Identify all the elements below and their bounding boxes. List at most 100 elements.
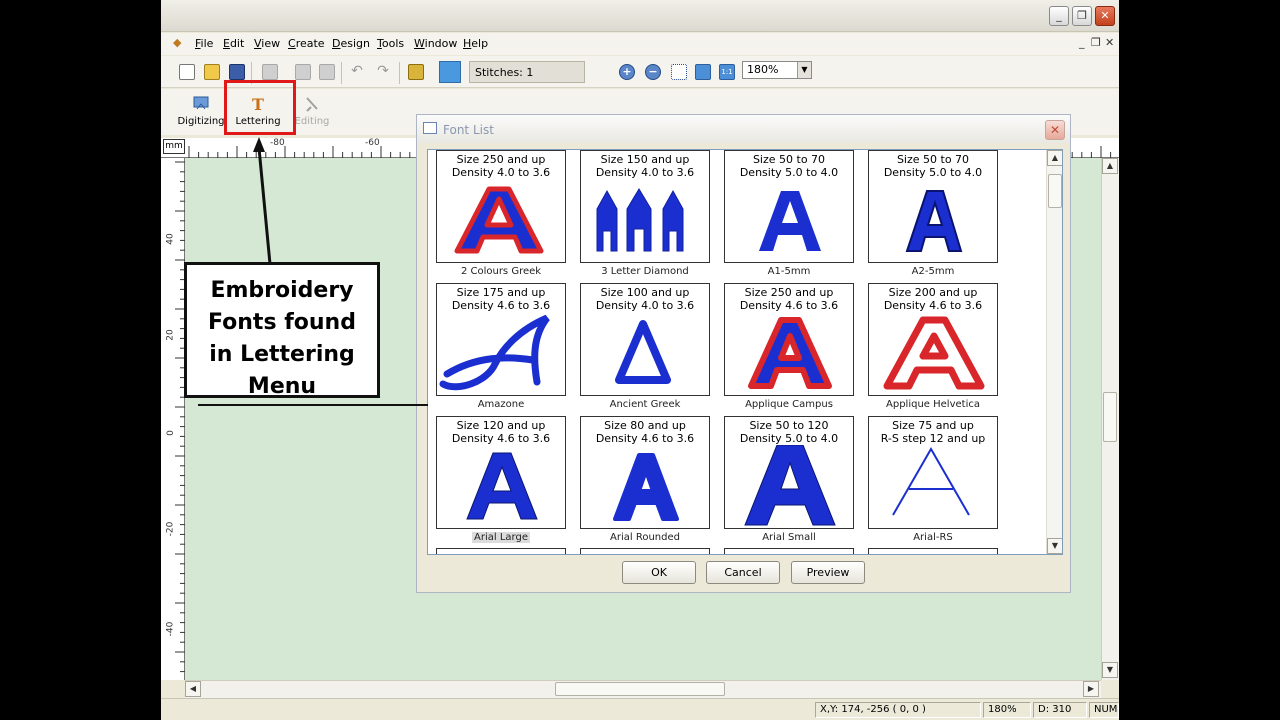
menu-edit[interactable]: Edit [223,37,244,50]
ok-button[interactable]: OK [622,561,696,584]
dialog-title: Font List [443,123,494,137]
font-item[interactable]: Size 50 to 120 Density 5.0 to 4.0 Arial Sm… [724,416,868,549]
font-item[interactable]: Size 200 and up Density 4.6 to 3.6 Appliqu… [868,283,1012,416]
font-preview-card[interactable]: Size 250 and up Density 4.6 to 3.6 [724,283,854,396]
scroll-left-icon[interactable]: ◀ [185,681,201,697]
close-button[interactable]: ✕ [1095,6,1115,26]
zoom-select-icon[interactable] [671,64,687,80]
toolbar: ↶ ↷ + − 1:1 [161,56,1119,88]
font-density-info: Density 4.6 to 3.6 [595,432,695,445]
menu-create[interactable]: Create [288,37,325,50]
font-item[interactable]: Size 80 and up Density 4.6 to 3.6 Arial Ro… [580,416,724,549]
zoom-out-icon[interactable]: − [645,64,661,80]
font-preview-card[interactable]: Size 50 to 70 Density 5.0 to 4.0 [724,150,854,263]
dialog-title-bar: Font List ✕ [417,115,1070,143]
window-icon [423,122,437,134]
font-sample-image [439,314,550,391]
app-menu-icon[interactable]: ◆ [173,36,181,49]
chevron-down-icon[interactable]: ▼ [797,62,811,78]
new-file-icon[interactable] [179,64,195,80]
undo-icon[interactable]: ↶ [349,64,365,80]
ruler-v-label: 20 [165,329,176,341]
font-item[interactable]: Size 250 and up Density 4.0 to 3.6 2 Colou… [436,150,580,283]
font-name-label: Applique Campus [745,399,833,410]
cancel-button[interactable]: Cancel [706,561,780,584]
font-size-info: Size 50 to 70 [752,153,826,166]
font-item[interactable]: Size 175 and up Density 4.6 to 3.6 Amazone [436,283,580,416]
font-item[interactable]: Size 150 and up Density 4.0 to 3.6 3 Lette… [580,150,724,283]
font-density-info: Density 4.0 to 3.6 [595,166,695,179]
vertical-scrollbar[interactable]: ▲ ▼ [1101,158,1119,680]
font-size-info: Size 250 and up [744,286,834,299]
scroll-down-icon[interactable]: ▼ [1047,538,1062,554]
font-list-scroll-thumb[interactable] [1048,174,1062,208]
menu-file[interactable]: File [195,37,213,50]
mdi-close-icon[interactable]: ✕ [1105,36,1114,49]
save-icon[interactable] [229,64,245,80]
font-preview-card[interactable]: Size 50 to 120 Density 5.0 to 4.0 [724,416,854,529]
font-preview-card[interactable]: Size 50 to 70 Density 5.0 to 4.0 [868,150,998,263]
font-name-label: Arial Rounded [610,532,680,543]
minimize-button[interactable]: _ [1049,6,1069,26]
fit-page-icon[interactable] [695,64,711,80]
font-item[interactable]: Size 100 and up Density 4.0 to 3.6 Ancient… [580,283,724,416]
menu-help[interactable]: Help [463,37,488,50]
open-folder-icon[interactable] [204,64,220,80]
font-density-info: Density 4.6 to 3.6 [451,299,551,312]
horizontal-scrollbar[interactable]: ◀ ▶ [185,680,1101,698]
font-name-label: Arial Small [762,532,816,543]
menu-view[interactable]: View [254,37,280,50]
mdi-minimize-icon[interactable]: _ [1079,36,1085,49]
font-preview-card[interactable]: Size 175 and up Density 4.6 to 3.6 [436,283,566,396]
font-size-info: Size 200 and up [888,286,978,299]
menu-tools[interactable]: Tools [377,37,404,50]
font-item[interactable]: Size 120 and up Density 4.6 to 3.6 Arial L… [436,416,580,549]
color-swatch[interactable] [439,61,461,83]
ruler-unit[interactable]: mm [163,139,185,154]
font-list-dialog: Font List ✕ Size 250 and up Density 4.0 t… [416,114,1071,593]
font-preview-card[interactable]: Size 200 and up Density 4.6 to 3.6 [868,283,998,396]
scroll-right-icon[interactable]: ▶ [1083,681,1099,697]
font-name-label: Arial-RS [913,532,953,543]
font-preview-card[interactable]: Size 250 and up Density 4.0 to 3.6 [436,150,566,263]
font-item[interactable]: Size 250 and up Density 4.6 to 3.6 Appliqu… [724,283,868,416]
mdi-restore-icon[interactable]: ❐ [1091,36,1101,49]
preview-button[interactable]: Preview [791,561,865,584]
font-preview-card[interactable]: Size 120 and up Density 4.6 to 3.6 [436,416,566,529]
scroll-up-icon[interactable]: ▲ [1102,158,1118,174]
vertical-scroll-thumb[interactable] [1103,392,1117,442]
font-item[interactable]: Size 50 to 70 Density 5.0 to 4.0 A2-5mm [868,150,1012,283]
zoom-select[interactable]: 180% ▼ [742,61,812,79]
scroll-up-icon[interactable]: ▲ [1047,150,1062,166]
thread-color-icon[interactable] [408,64,424,80]
redo-icon[interactable]: ↷ [375,64,391,80]
zoom-in-icon[interactable]: + [619,64,635,80]
font-list-scrollbar[interactable]: ▲ ▼ [1046,150,1062,554]
horizontal-scroll-thumb[interactable] [555,682,725,696]
font-name-label: Applique Helvetica [886,399,980,410]
paste-icon[interactable] [319,64,335,80]
font-preview-card[interactable]: Size 150 and up Density 4.0 to 3.6 [580,150,710,263]
font-preview-card[interactable]: Size 80 and up Density 4.6 to 3.6 [580,416,710,529]
restore-button[interactable]: ❐ [1072,6,1092,26]
font-density-info: Density 4.0 to 3.6 [451,166,551,179]
font-list[interactable]: Size 250 and up Density 4.0 to 3.6 2 Colou… [427,149,1063,555]
font-name-label: Amazone [477,399,525,410]
menu-window[interactable]: Window [414,37,457,50]
status-bar: X,Y: 174, -256 ( 0, 0 ) 180% D: 310 NUM [161,698,1119,720]
dialog-close-button[interactable]: ✕ [1045,120,1065,140]
font-sample-image [744,445,836,526]
print-icon[interactable] [262,64,278,80]
menu-design[interactable]: Design [332,37,370,50]
font-item[interactable]: Size 75 and up R-S step 12 and up Arial-RS [868,416,1012,549]
copy-icon[interactable] [295,64,311,80]
font-size-info: Size 100 and up [600,286,690,299]
font-item[interactable]: Size 50 to 70 Density 5.0 to 4.0 A1-5mm [724,150,868,283]
font-density-info: Density 5.0 to 4.0 [739,432,839,445]
font-preview-card[interactable]: Size 100 and up Density 4.0 to 3.6 [580,283,710,396]
scroll-down-icon[interactable]: ▼ [1102,662,1118,678]
font-preview-card[interactable]: Size 75 and up R-S step 12 and up [868,416,998,529]
actual-size-icon[interactable]: 1:1 [719,64,735,80]
ruler-v-label: 40 [165,233,176,245]
mode-digitizing[interactable]: Digitizing [173,91,229,133]
